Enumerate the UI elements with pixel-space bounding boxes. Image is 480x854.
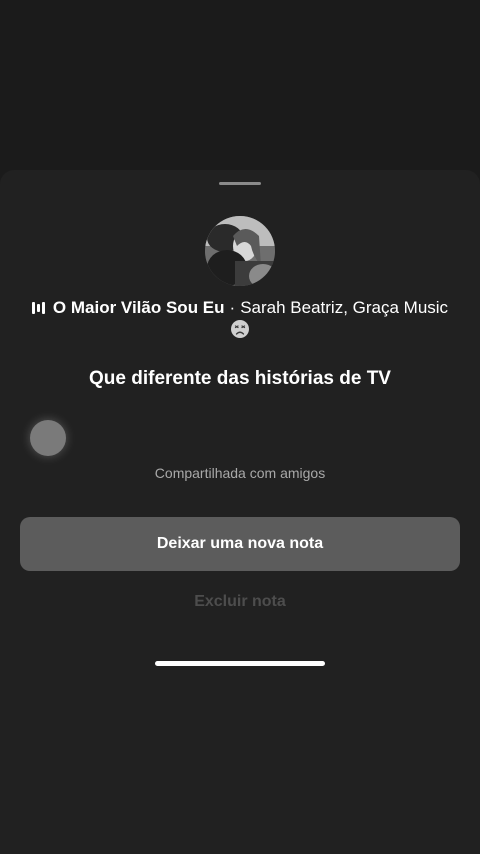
- shared-with-label: Compartilhada com amigos: [154, 465, 326, 481]
- sad-face-emoji: [230, 319, 250, 339]
- delete-note-button[interactable]: Excluir nota: [0, 593, 480, 611]
- note-bottom-sheet: O Maior Vilão Sou Eu · Sarah Beatriz, Gr…: [0, 170, 480, 854]
- sheet-grabber-handle[interactable]: [219, 182, 261, 185]
- home-indicator: [155, 661, 325, 666]
- note-text: Que diferente das histórias de TV: [89, 368, 391, 389]
- song-separator: ·: [229, 298, 236, 317]
- leave-new-note-button[interactable]: Deixar uma nova nota: [20, 517, 460, 571]
- avatar-photo: [205, 216, 275, 286]
- music-attachment[interactable]: O Maior Vilão Sou Eu · Sarah Beatriz, Gr…: [0, 294, 480, 322]
- music-bars-icon: [31, 302, 45, 314]
- reaction-bubble[interactable]: [30, 420, 66, 456]
- song-title: O Maior Vilão Sou Eu: [52, 298, 225, 317]
- avatar[interactable]: [205, 216, 275, 286]
- song-artists: Sarah Beatriz, Graça Music: [240, 298, 449, 317]
